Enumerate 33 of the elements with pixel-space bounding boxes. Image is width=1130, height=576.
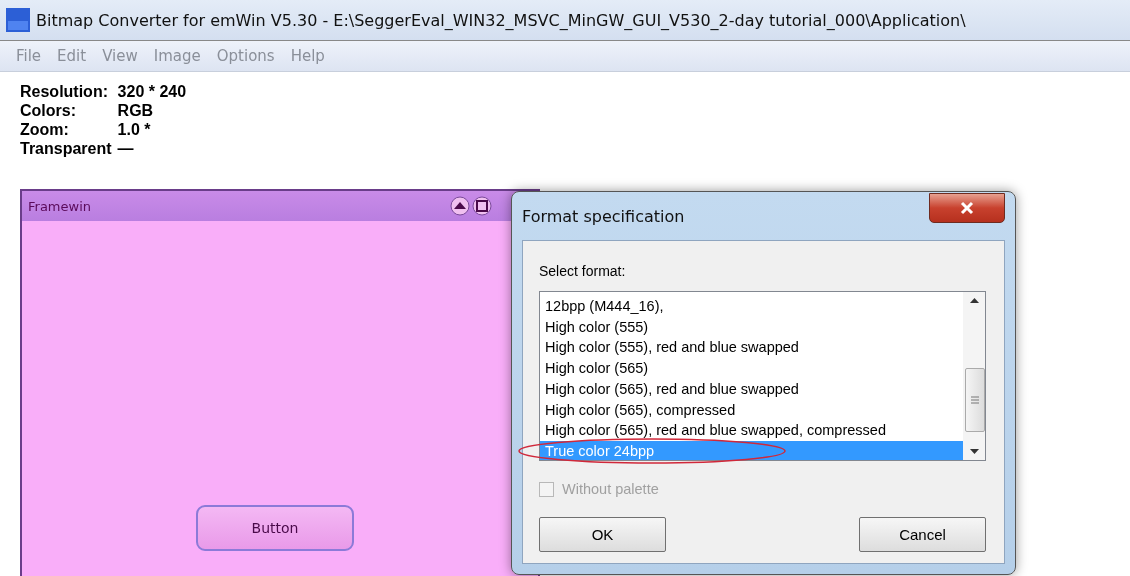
info-label: Colors: — [20, 101, 77, 120]
window-title: Bitmap Converter for emWin V5.30 - E:\SeggerEval_WIN32_MSVC_MinGW_GUI_V530_2-day tutorial_000\Application\ — [36, 10, 966, 30]
scroll-thumb[interactable] — [965, 368, 985, 432]
info-label: Transparent — [20, 139, 112, 158]
framewin-title: Framewin — [28, 198, 92, 214]
dialog-button[interactable]: OK — [539, 517, 666, 552]
info-value: 1.0 * — [117, 120, 152, 139]
format-option[interactable]: High color (555), red and blue swapped — [540, 337, 963, 359]
close-button[interactable] — [929, 193, 1005, 223]
format-option[interactable]: High color (565), red and blue swapped, compressed — [540, 420, 963, 441]
info-value: 320 * 240 — [117, 82, 187, 101]
format-option[interactable]: High color (565), red and blue swapped — [540, 378, 963, 400]
info-label: Zoom: — [20, 120, 70, 139]
app-icon — [6, 8, 30, 32]
list-scrollbar[interactable] — [963, 292, 985, 460]
checkbox-label: Without palette — [562, 481, 659, 497]
scroll-down-icon[interactable] — [969, 449, 979, 454]
format-option[interactable]: High color (565), compressed — [540, 399, 963, 421]
framewin-button[interactable]: Button — [196, 505, 354, 551]
minimize-icon[interactable] — [450, 196, 470, 216]
maximize-icon[interactable] — [472, 196, 492, 216]
info-label: Resolution: — [20, 82, 109, 101]
dialog-button[interactable]: Cancel — [859, 517, 986, 552]
dialog-title: Format specification — [522, 206, 685, 226]
select-format-label: Select format: — [539, 263, 626, 279]
format-option[interactable]: High color (565) — [540, 358, 963, 379]
info-value: RGB — [117, 101, 155, 120]
format-option[interactable]: High color (555) — [540, 316, 963, 338]
scroll-up-icon[interactable] — [969, 298, 979, 303]
close-icon — [959, 201, 975, 215]
format-list[interactable] — [539, 291, 986, 461]
info-value: — — [117, 139, 135, 158]
format-option[interactable]: 12bpp (M444_16), — [540, 296, 963, 317]
